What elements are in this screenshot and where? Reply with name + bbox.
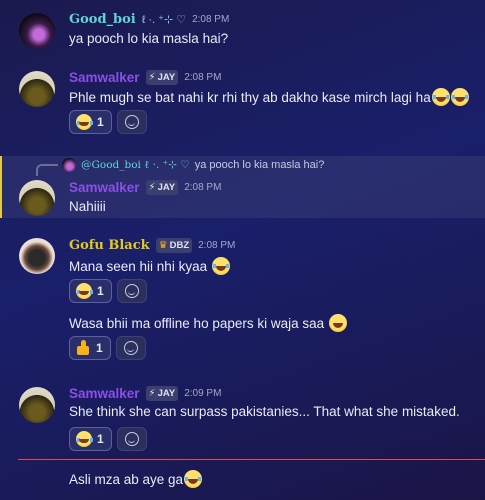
add-reaction-icon: [124, 284, 139, 298]
tag-label: DBZ: [169, 239, 190, 251]
add-reaction-icon: [123, 341, 138, 355]
guild-tag[interactable]: ♛ DBZ: [155, 237, 193, 253]
reactions: 1: [69, 336, 146, 360]
add-reaction-button[interactable]: [116, 427, 147, 451]
avatar[interactable]: [19, 180, 55, 216]
avatar[interactable]: [19, 71, 55, 107]
message-header: Good_boi ℓ ·. ⁺⊹ ♡ 2:08 PM: [69, 10, 229, 28]
reply-avatar: [62, 158, 76, 172]
joy-emoji-icon: [431, 88, 450, 106]
tag-label: JAY: [157, 71, 176, 83]
joy-emoji-icon: [76, 283, 93, 299]
message-text: Phle mugh se bat nahi kr rhi thy ab dakh…: [69, 88, 469, 106]
add-reaction-button[interactable]: [115, 336, 146, 360]
joy-emoji-icon: [184, 470, 203, 488]
username[interactable]: Samwalker: [69, 386, 140, 401]
message-text: ya pooch lo kia masla hai?: [69, 31, 229, 46]
avatar[interactable]: [19, 387, 55, 423]
message-header: Samwalker ⚡ JAY 2:08 PM: [69, 178, 221, 196]
joy-emoji-icon: [211, 257, 230, 275]
message-text: She think she can surpass pakistanies...…: [69, 404, 460, 419]
thumbs-up-icon: [75, 340, 91, 356]
message-text-content: Asli mza ab aye ga: [69, 472, 184, 487]
message-text: Mana seen hii nhi kyaa: [69, 257, 230, 275]
add-reaction-button[interactable]: [116, 110, 147, 134]
username[interactable]: Samwalker: [69, 70, 140, 85]
message-header: Samwalker ⚡ JAY 2:09 PM: [69, 384, 221, 402]
add-reaction-icon: [124, 115, 139, 129]
message-text: Asli mza ab aye ga: [69, 470, 203, 488]
grin-emoji-icon: [328, 314, 347, 332]
reaction-count: 1: [97, 284, 104, 298]
crest-icon: ♛: [158, 239, 168, 251]
reactions: 1: [69, 279, 147, 303]
guild-tag[interactable]: ⚡ JAY: [145, 385, 179, 401]
lightning-icon: ⚡: [148, 181, 156, 193]
reaction-joy[interactable]: 1: [69, 427, 112, 451]
message-header: Gofu Black ♛ DBZ 2:08 PM: [69, 236, 235, 254]
username[interactable]: Samwalker: [69, 180, 140, 195]
timestamp: 2:08 PM: [184, 71, 222, 83]
username[interactable]: Good_boi: [69, 12, 136, 27]
tag-label: JAY: [157, 181, 176, 193]
username-suffix: ℓ ·. ⁺⊹ ♡: [141, 13, 187, 26]
joy-emoji-icon: [76, 114, 93, 130]
joy-emoji-icon: [76, 431, 93, 447]
add-reaction-icon: [124, 432, 139, 446]
message-text-content: Wasa bhii ma offline ho papers ki waja s…: [69, 316, 325, 331]
reaction-count: 1: [97, 115, 104, 129]
message-text-content: Phle mugh se bat nahi kr rhi thy ab dakh…: [69, 90, 431, 105]
reaction-count: 1: [96, 341, 103, 355]
joy-emoji-icon: [450, 88, 469, 106]
guild-tag[interactable]: ⚡ JAY: [145, 69, 179, 85]
reaction-count: 1: [97, 432, 104, 446]
timestamp: 2:08 PM: [192, 13, 230, 25]
message-text: Nahiiii: [69, 199, 106, 214]
username[interactable]: Gofu Black: [69, 238, 150, 253]
reactions: 1: [69, 110, 147, 134]
timestamp: 2:09 PM: [184, 387, 222, 399]
reply-username[interactable]: @Good_boi ℓ ·. ⁺⊹ ♡: [81, 159, 190, 171]
add-reaction-button[interactable]: [116, 279, 147, 303]
reaction-joy[interactable]: 1: [69, 110, 112, 134]
reply-text: ya pooch lo kia masla hai?: [194, 159, 325, 171]
avatar[interactable]: [19, 238, 55, 274]
lightning-icon: ⚡: [148, 71, 156, 83]
reactions: 1: [69, 427, 147, 451]
guild-tag[interactable]: ⚡ JAY: [145, 179, 179, 195]
lightning-icon: ⚡: [148, 387, 156, 399]
reply-preview[interactable]: @Good_boi ℓ ·. ⁺⊹ ♡ ya pooch lo kia masl…: [62, 158, 324, 172]
timestamp: 2:08 PM: [184, 181, 222, 193]
message-header: Samwalker ⚡ JAY 2:08 PM: [69, 68, 221, 86]
message-text-content: Mana seen hii nhi kyaa: [69, 259, 208, 274]
reaction-thumbs-up[interactable]: 1: [69, 336, 111, 360]
new-messages-divider: [18, 459, 485, 460]
avatar[interactable]: [19, 13, 55, 49]
message-text: Wasa bhii ma offline ho papers ki waja s…: [69, 314, 347, 332]
reply-connector: [36, 164, 58, 176]
tag-label: JAY: [157, 387, 176, 399]
timestamp: 2:08 PM: [198, 239, 236, 251]
reaction-joy[interactable]: 1: [69, 279, 112, 303]
